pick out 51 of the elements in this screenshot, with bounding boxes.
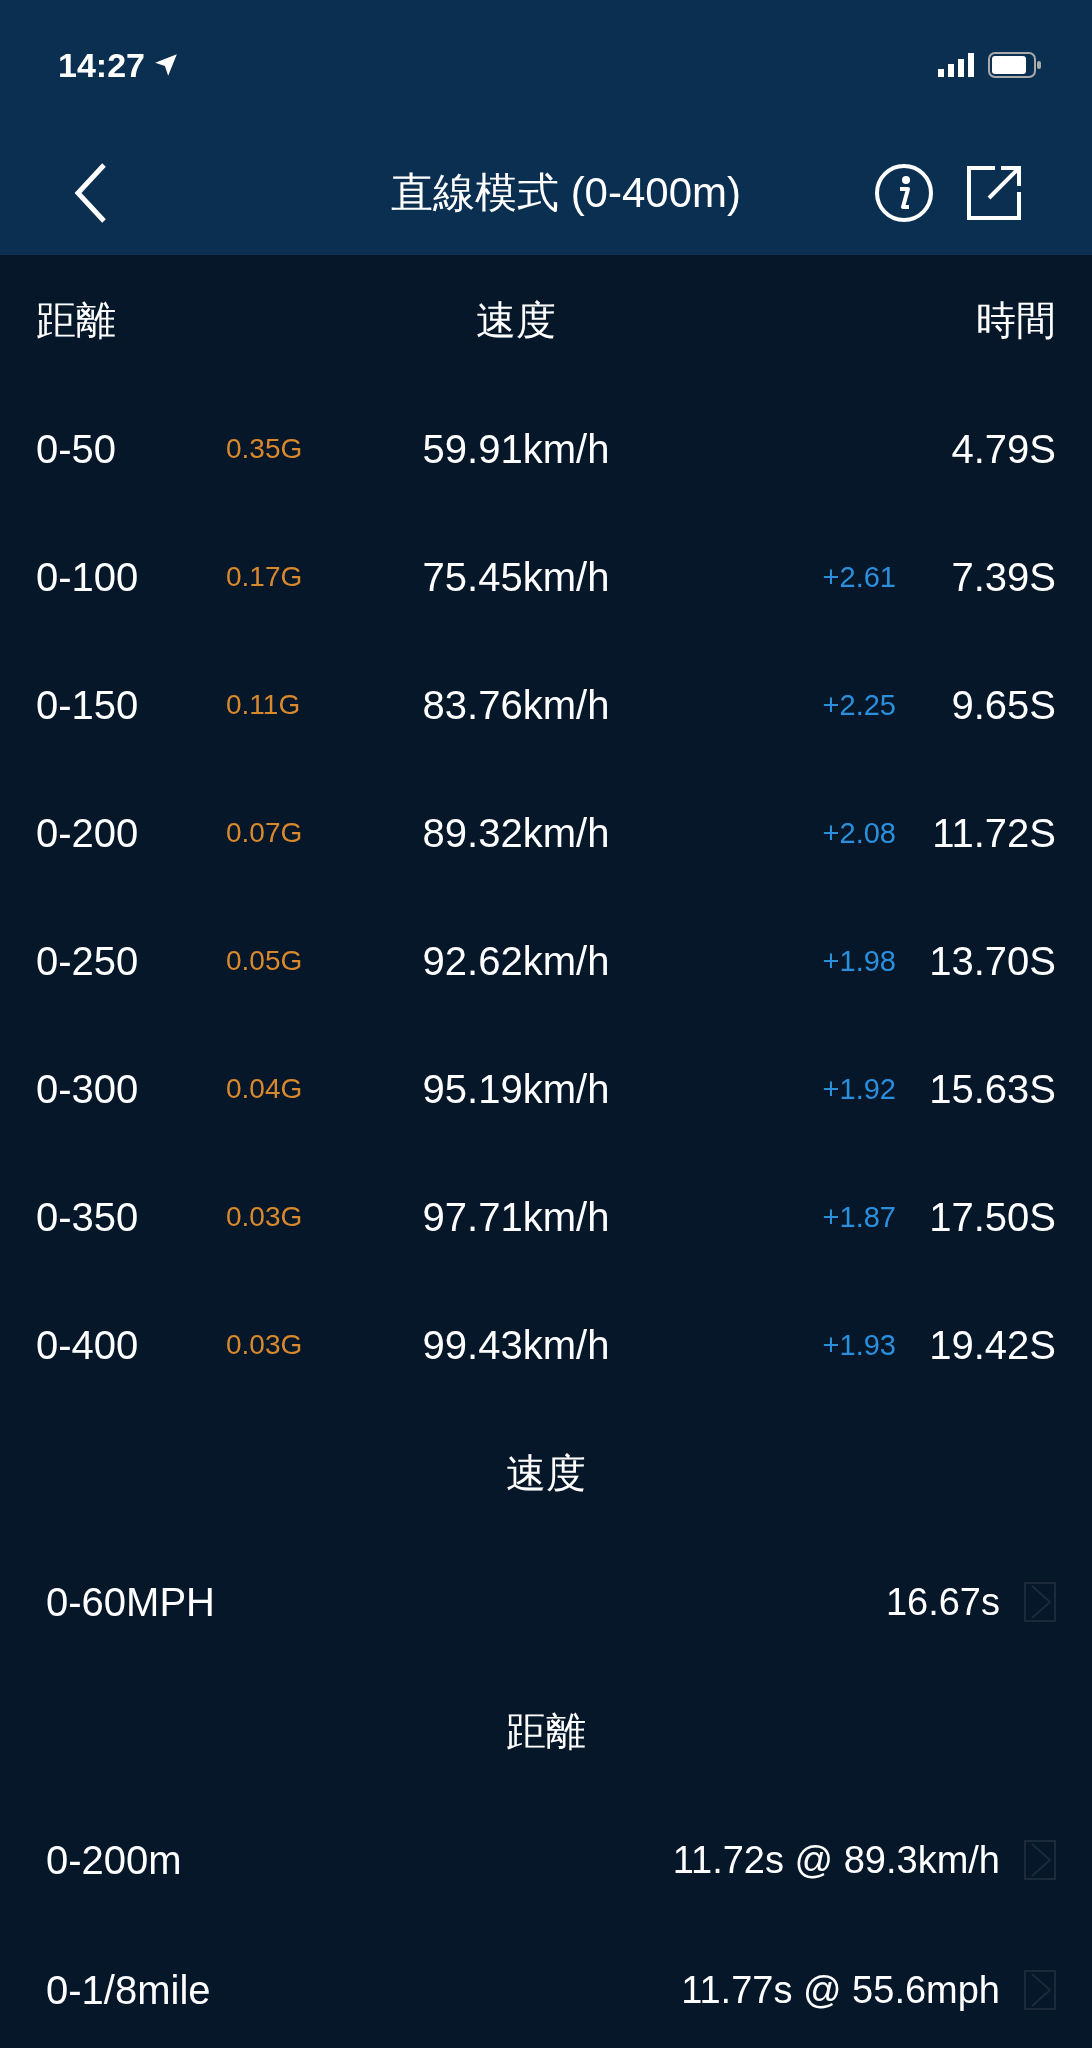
column-header: 時間 [975,296,1056,344]
speed-cell-text: 75.45km/h [421,553,611,601]
section-title: 距離 [506,1707,586,1755]
g-force-cell-text: 0.17G [226,560,304,594]
time-cell-text: 11.72S [931,809,1056,857]
battery-icon [988,52,1042,78]
speed-cell-text: 92.62km/h [421,937,611,985]
g-force-cell-text: 0.35G [226,432,304,466]
distance-cell-text: 0-100 [36,553,140,601]
result-row[interactable]: 0-1/8mile 11.77s @ 55.6mph [0,1925,1092,2048]
column-header: 距離 [36,296,117,344]
g-force-cell-text: 0.11G [226,688,302,722]
column-header: 速度 [475,296,557,344]
status-time: 14:27 [58,45,145,85]
time-cell-text: 17.50S [928,1193,1056,1241]
time-cell-text: 4.79S [950,425,1056,473]
time-cell-text: 15.63S [928,1065,1056,1113]
g-force-cell-text: 0.03G [226,1328,304,1362]
time-delta-cell-text: +1.87 [821,1199,896,1235]
time-cell-text: 13.70S [928,937,1056,985]
time-delta-cell-text: +2.25 [821,687,896,723]
time-cell-text: 19.42S [928,1321,1056,1369]
g-force-cell-text: 0.07G [226,816,304,850]
g-force-cell-text: 0.04G [226,1072,304,1106]
time-delta-cell-text: +1.98 [821,943,896,979]
time-delta-cell-text: +2.08 [821,815,896,851]
distance-cell-text: 0-50 [36,425,118,473]
distance-cell-text: 0-150 [36,681,140,729]
distance-cell-text: 0-200 [36,809,140,857]
distance-cell-text: 0-400 [36,1321,140,1369]
distance-cell-text: 0-350 [36,1193,140,1241]
speed-cell-text: 83.76km/h [421,681,611,729]
signal-icon [938,53,974,77]
g-force-cell-text: 0.05G [226,944,304,978]
g-force-cell-text: 0.03G [226,1200,304,1234]
distance-cell-text: 0-250 [36,937,140,985]
result-row[interactable]: 0-60MPH 16.67s [0,1537,1092,1667]
result-row[interactable]: 0-200m 11.72s @ 89.3km/h [0,1795,1092,1925]
section-title: 速度 [506,1449,586,1497]
speed-cell-text: 97.71km/h [421,1193,611,1241]
speed-cell-text: 89.32km/h [421,809,611,857]
time-delta-cell-text: +1.92 [821,1071,896,1107]
distance-cell-text: 0-300 [36,1065,140,1113]
speed-cell-text: 95.19km/h [421,1065,611,1113]
page-title: 直線模式 (0-400m) [389,167,743,218]
time-delta-cell-text: +2.61 [821,559,896,595]
speed-cell-text: 59.91km/h [421,425,611,473]
speed-cell-text: 99.43km/h [421,1321,611,1369]
time-cell-text: 9.65S [950,681,1056,729]
time-cell-text: 7.39S [950,553,1056,601]
time-delta-cell-text: +1.93 [821,1327,896,1363]
